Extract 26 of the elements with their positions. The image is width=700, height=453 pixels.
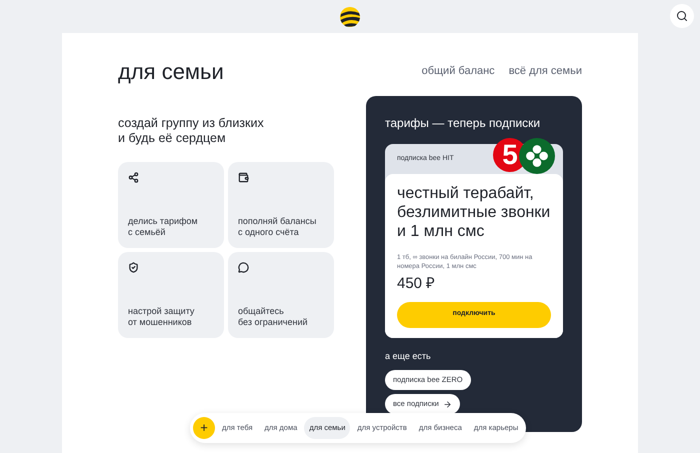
bee-logo-icon[interactable] [339, 6, 361, 28]
share-icon [128, 172, 139, 183]
more-title: а еще есть [385, 350, 432, 363]
page-link[interactable]: всё для семьи [508, 63, 582, 80]
plus-button[interactable]: + [193, 417, 215, 439]
feature-text: настрой защиту от мошенников [128, 306, 196, 328]
arrow-icon [442, 400, 452, 408]
feature-card[interactable]: настрой защиту от мошенников [118, 252, 224, 338]
wallet-icon [238, 172, 249, 183]
intro-text: создай группу из близких и будь её сердцем [118, 116, 265, 146]
feature-text: общайтесь без ограничений [238, 306, 309, 328]
clover-logo-icon [519, 138, 555, 174]
panel-title: тарифы — теперь подписки [385, 115, 542, 132]
page-title: для семьи [118, 59, 224, 84]
feature-text: делись тарифом с семьёй [128, 216, 199, 238]
feature-text: пополняй балансы с одного счёта [238, 216, 318, 238]
card-price: 450 ₽ [397, 274, 436, 294]
search-icon [676, 10, 688, 22]
page-link[interactable]: общий баланс [422, 63, 495, 80]
feature-card[interactable]: делись тарифом с семьёй [118, 162, 224, 248]
shield-icon [128, 262, 139, 273]
chat-icon [238, 262, 249, 273]
card-headline: честный терабайт, безлимитные звонки и 1 млн смс [397, 184, 551, 241]
search-button[interactable] [670, 4, 694, 28]
feature-card[interactable]: пополняй балансы с одного счёта [228, 162, 334, 248]
feature-card[interactable]: общайтесь без ограничений [228, 252, 334, 338]
